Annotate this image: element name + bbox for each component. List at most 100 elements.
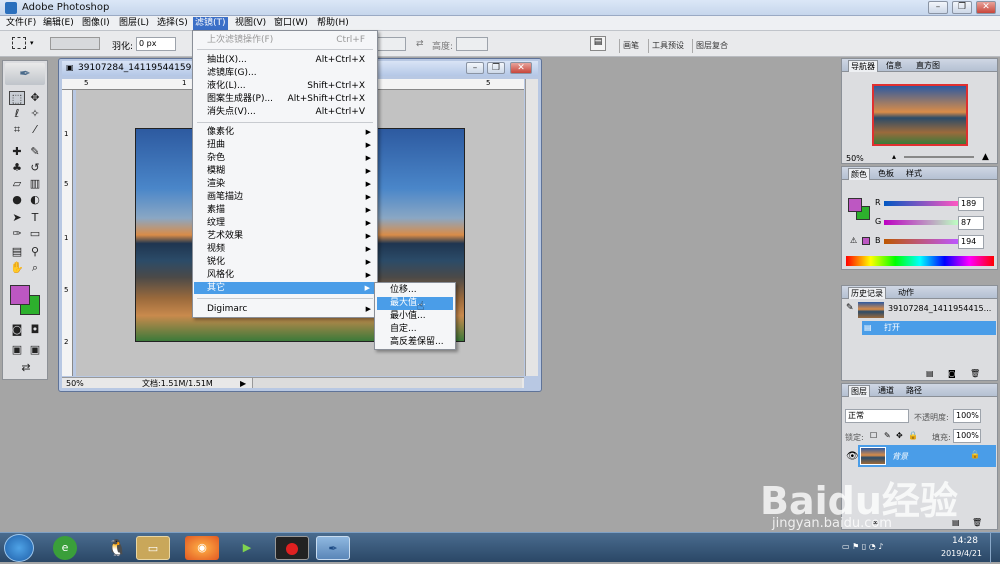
navigator-zoom[interactable]: 50% xyxy=(846,154,864,163)
tab-styles[interactable]: 样式 xyxy=(904,168,924,180)
menu-item-texture[interactable]: 纹理 ▶ xyxy=(207,217,377,229)
trash-icon[interactable]: 🗑 xyxy=(970,369,980,378)
menu-file[interactable]: 文件(F) xyxy=(4,17,38,30)
menu-item-brush-strokes[interactable]: 画笔描边 ▶ xyxy=(207,191,377,203)
submenu-item-custom[interactable]: 自定... xyxy=(377,323,453,336)
tab-histogram[interactable]: 直方图 xyxy=(914,60,942,72)
lock-image-icon[interactable]: ✎ xyxy=(884,431,891,440)
gamut-warning-icon[interactable]: ⚠ xyxy=(850,236,857,245)
doc-restore-button[interactable]: ❐ xyxy=(487,62,505,74)
menu-view[interactable]: 视图(V) xyxy=(233,17,268,30)
quick-mask-off-icon[interactable]: ◙ xyxy=(9,323,25,337)
camera-icon[interactable]: ◙ xyxy=(948,369,956,378)
tab-swatches[interactable]: 色板 xyxy=(876,168,896,180)
blur-tool-icon[interactable]: ● xyxy=(9,193,25,207)
menu-item-render[interactable]: 渲染 ▶ xyxy=(207,178,377,190)
menu-item-stylize[interactable]: 风格化 ▶ xyxy=(207,269,377,281)
height-input[interactable] xyxy=(456,37,488,51)
color-ramp[interactable] xyxy=(846,256,994,266)
submenu-item-offset[interactable]: 位移... xyxy=(377,284,453,297)
tab-info[interactable]: 信息 xyxy=(884,60,904,72)
lock-position-icon[interactable]: ✥ xyxy=(896,431,903,440)
clock-time[interactable]: 14:28 xyxy=(952,536,978,546)
menu-layer[interactable]: 图层(L) xyxy=(117,17,151,30)
move-tool-icon[interactable]: ✥ xyxy=(27,91,43,105)
full-screen-icon[interactable]: ▣ xyxy=(27,343,43,357)
snapshot-thumbnail[interactable] xyxy=(858,302,884,318)
tab-actions[interactable]: 动作 xyxy=(896,287,916,299)
firefox-icon[interactable]: ◉ xyxy=(185,536,219,560)
browser-360-icon[interactable]: e xyxy=(53,536,77,560)
marquee-tool-icon[interactable]: ⬚ xyxy=(9,91,25,105)
gamut-color-swatch[interactable] xyxy=(862,237,870,245)
type-tool-icon[interactable]: T xyxy=(27,211,43,225)
menu-item-filter-gallery[interactable]: 滤镜库(G)... xyxy=(207,67,377,79)
history-step-open[interactable]: 打开 xyxy=(862,321,996,335)
history-brush-icon[interactable]: ↺ xyxy=(27,161,43,175)
new-document-icon[interactable]: ▤ xyxy=(926,369,934,378)
menu-filter[interactable]: 滤镜(T) xyxy=(193,17,228,30)
menu-item-liquify[interactable]: 液化(L)... Shift+Ctrl+X xyxy=(207,80,377,92)
submenu-item-maximum[interactable]: 最大值... xyxy=(377,297,453,310)
zoom-tool-icon[interactable]: ⌕ xyxy=(27,261,43,275)
hand-tool-icon[interactable]: ✋ xyxy=(9,261,25,275)
opacity-input[interactable]: 100% xyxy=(953,409,981,423)
clone-stamp-icon[interactable]: ♣ xyxy=(9,161,25,175)
tab-navigator[interactable]: 导航器 xyxy=(848,60,878,72)
qq-icon[interactable]: 🐧 xyxy=(100,536,134,560)
b-value[interactable]: 194 xyxy=(958,235,984,249)
menu-item-video[interactable]: 视频 ▶ xyxy=(207,243,377,255)
submenu-item-minimum[interactable]: 最小值... xyxy=(377,310,453,323)
minimize-button[interactable]: – xyxy=(928,1,948,14)
menu-item-digimarc[interactable]: Digimarc ▶ xyxy=(207,303,377,315)
b-slider[interactable] xyxy=(884,239,958,244)
clock-date[interactable]: 2019/4/21 xyxy=(941,549,982,558)
restore-button[interactable]: ❐ xyxy=(952,1,972,14)
tab-layers[interactable]: 图层 xyxy=(848,385,870,397)
chevron-down-icon[interactable]: ▾ xyxy=(30,39,34,47)
g-value[interactable]: 87 xyxy=(958,216,984,230)
panel-foreground-swatch[interactable] xyxy=(848,198,862,212)
shape-tool-icon[interactable]: ▭ xyxy=(27,227,43,241)
foreground-color-swatch[interactable] xyxy=(10,285,30,305)
status-menu-arrow-icon[interactable]: ▶ xyxy=(240,378,246,389)
layer-thumbnail[interactable] xyxy=(860,447,886,465)
menu-image[interactable]: 图像(I) xyxy=(80,17,112,30)
notes-tool-icon[interactable]: ▤ xyxy=(9,245,25,259)
r-slider[interactable] xyxy=(884,201,958,206)
menu-item-artistic[interactable]: 艺术效果 ▶ xyxy=(207,230,377,242)
eyedropper-icon[interactable]: ⚲ xyxy=(27,245,43,259)
delete-layer-icon[interactable]: 🗑 xyxy=(972,518,982,527)
menu-select[interactable]: 选择(S) xyxy=(155,17,190,30)
zoom-slider[interactable] xyxy=(904,156,974,158)
zoom-out-icon[interactable]: ▴ xyxy=(892,152,896,161)
file-explorer-icon[interactable]: ▭ xyxy=(136,536,170,560)
show-desktop-button[interactable] xyxy=(990,533,1000,563)
tab-paths[interactable]: 路径 xyxy=(904,385,924,397)
close-button[interactable]: ✕ xyxy=(976,1,996,14)
crop-tool-icon[interactable]: ⌗ xyxy=(9,123,25,137)
jump-to-imageready-icon[interactable]: ⇄ xyxy=(18,361,34,375)
menu-item-pixelate[interactable]: 像素化 ▶ xyxy=(207,126,377,138)
tray-icons[interactable]: ▭ ⚑ ▯ ◔ ♪ xyxy=(842,542,883,551)
screen-mode-icon[interactable]: ▣ xyxy=(9,343,25,357)
menu-window[interactable]: 窗口(W) xyxy=(272,17,310,30)
zoom-level[interactable]: 50% xyxy=(66,378,84,389)
snapshot-name[interactable]: 39107284_1411954415... xyxy=(888,304,991,313)
tab-channels[interactable]: 通道 xyxy=(876,385,896,397)
lock-transparency-icon[interactable]: ☐ xyxy=(870,431,877,440)
menu-item-blur[interactable]: 模糊 ▶ xyxy=(207,165,377,177)
recorder-icon[interactable] xyxy=(275,536,309,560)
fill-input[interactable]: 100% xyxy=(953,429,981,443)
vertical-scrollbar[interactable] xyxy=(525,79,538,376)
lock-all-icon[interactable]: 🔒 xyxy=(908,431,918,440)
selection-mode-buttons[interactable] xyxy=(50,37,100,50)
navigator-thumbnail[interactable] xyxy=(872,84,968,146)
magic-wand-icon[interactable]: ✧ xyxy=(27,107,43,121)
tab-brushes[interactable]: 画笔 xyxy=(619,39,639,53)
menu-item-pattern-maker[interactable]: 图案生成器(P)... Alt+Shift+Ctrl+X xyxy=(207,93,377,105)
tab-tool-presets[interactable]: 工具预设 xyxy=(648,39,684,53)
tab-color[interactable]: 颜色 xyxy=(848,168,870,180)
quick-mask-on-icon[interactable]: ◘ xyxy=(27,323,43,337)
path-select-icon[interactable]: ➤ xyxy=(9,211,25,225)
